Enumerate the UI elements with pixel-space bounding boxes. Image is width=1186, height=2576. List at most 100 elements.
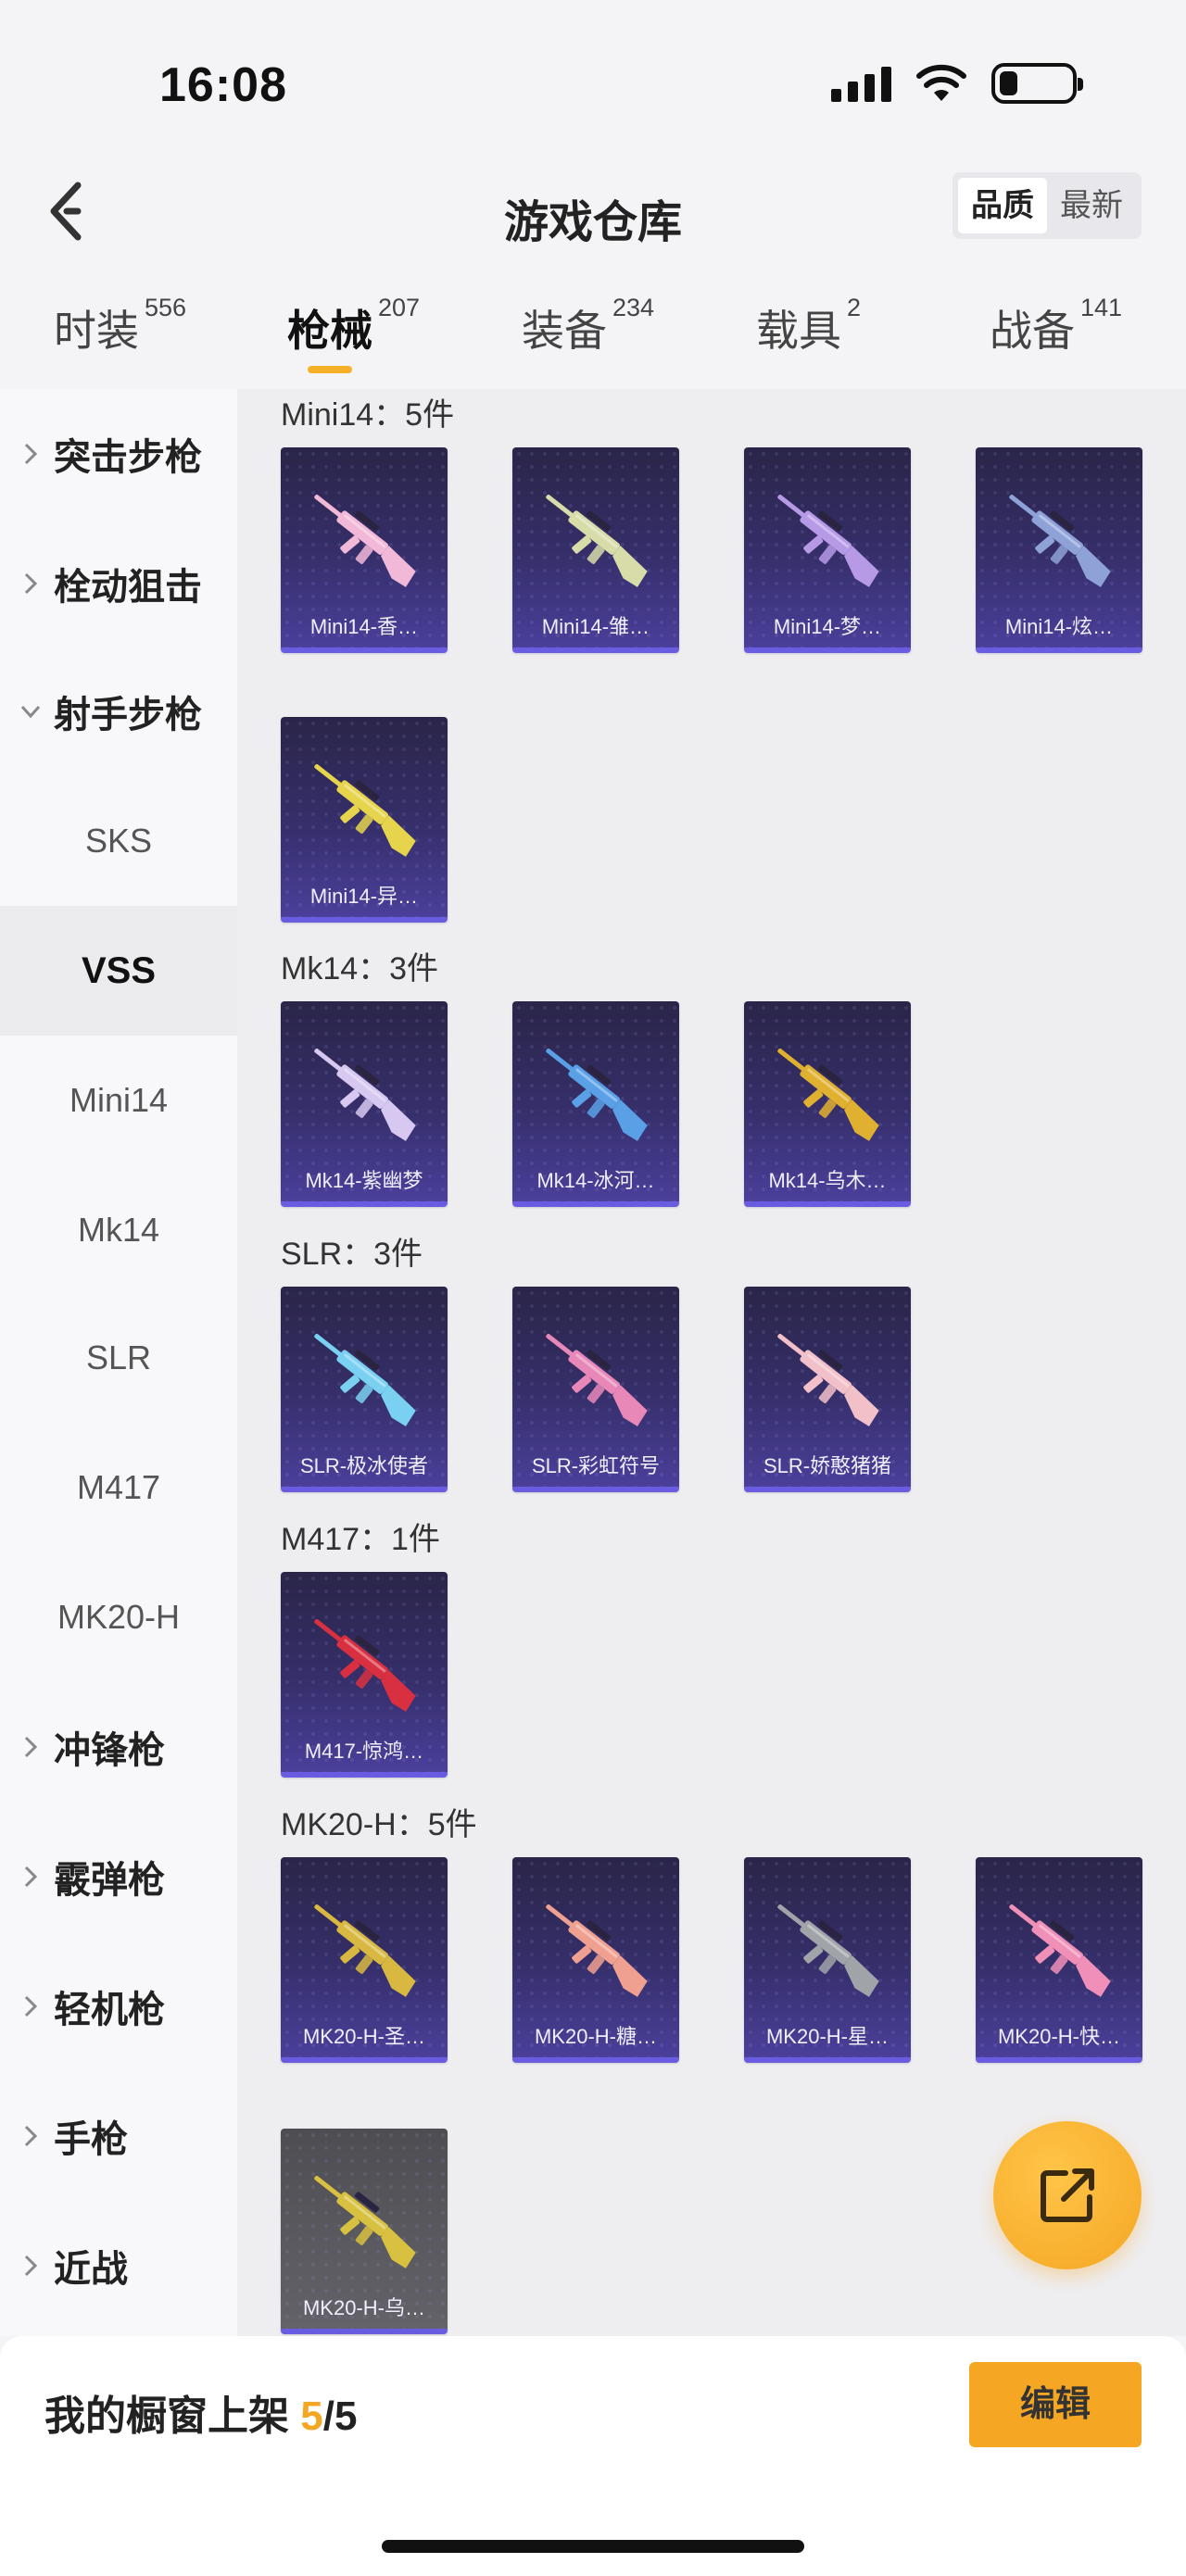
sidebar-item-label: 栓动狙击 xyxy=(54,567,202,608)
item-name: MK20-H-星… xyxy=(765,2025,889,2048)
rifle-icon xyxy=(314,1618,416,1712)
sidebar-item-lmg[interactable]: 轻机枪 xyxy=(0,1941,237,2071)
tab-count: 207 xyxy=(378,294,421,321)
tab-count: 141 xyxy=(1080,294,1123,321)
item-name: Mk14-冰河… xyxy=(536,1169,655,1192)
item-card[interactable]: MK20-H-糖… xyxy=(512,1857,679,2063)
item-card[interactable]: Mini14-雏… xyxy=(512,447,679,653)
chevron-right-icon xyxy=(24,1736,38,1758)
item-name: MK20-H-糖… xyxy=(534,2025,657,2048)
item-name: MK20-H-快… xyxy=(997,2025,1120,2048)
item-name: Mini14-香… xyxy=(309,615,419,638)
battery-level xyxy=(1000,71,1017,95)
tab-count: 2 xyxy=(847,294,862,321)
showcase-status: 我的橱窗上架 5/5 xyxy=(44,2394,358,2439)
rifle-icon xyxy=(777,1333,879,1426)
rifle-icon xyxy=(314,763,416,857)
section-title-mini14: Mini14：5件 xyxy=(281,397,455,433)
item-card[interactable]: Mk14-乌木… xyxy=(744,1001,911,1207)
sidebar-item-melee[interactable]: 近战 xyxy=(0,2201,237,2331)
rifle-icon xyxy=(777,494,879,587)
item-name: SLR-娇憨猪猪 xyxy=(763,1454,892,1477)
item-card[interactable]: Mini14-异… xyxy=(281,717,448,923)
item-card[interactable]: MK20-H-星… xyxy=(744,1857,911,2063)
sidebar-item-smg[interactable]: 冲锋枪 xyxy=(0,1682,237,1812)
sidebar-subitem-sks[interactable]: SKS xyxy=(0,776,237,906)
item-name: Mini14-梦… xyxy=(773,615,882,638)
edit-button[interactable]: 编辑 xyxy=(969,2362,1142,2447)
chevron-right-icon xyxy=(24,2255,38,2277)
sidebar: 突击步枪 栓动狙击 射手步枪 SKS VSS Mini14 Mk14 SLR M… xyxy=(0,389,237,2336)
status-bar: 16:08 xyxy=(0,0,1186,148)
sidebar-item-marksman-rifle[interactable]: 射手步枪 xyxy=(0,647,237,776)
chevron-right-icon xyxy=(24,2125,38,2147)
rifle-icon xyxy=(1009,494,1111,587)
sidebar-subitem-m417[interactable]: M417 xyxy=(0,1423,237,1552)
sidebar-subitem-mk20h[interactable]: MK20-H xyxy=(0,1552,237,1682)
sidebar-item-label: 手枪 xyxy=(54,2119,128,2160)
tab-count: 556 xyxy=(145,294,187,321)
sidebar-subitem-slr[interactable]: SLR xyxy=(0,1293,237,1423)
sidebar-subitem-mini14[interactable]: Mini14 xyxy=(0,1036,237,1165)
item-card[interactable]: MK20-H-乌… xyxy=(281,2129,448,2334)
sidebar-item-label: 轻机枪 xyxy=(54,1990,165,2030)
sidebar-item-bolt-sniper[interactable]: 栓动狙击 xyxy=(0,519,237,648)
battery-icon xyxy=(991,63,1083,104)
item-card[interactable]: SLR-彩虹符号 xyxy=(512,1287,679,1492)
item-card[interactable]: M417-惊鸿… xyxy=(281,1572,448,1778)
sidebar-item-label: 霰弹枪 xyxy=(54,1860,165,1901)
item-card[interactable]: SLR-娇憨猪猪 xyxy=(744,1287,911,1492)
showcase-count: 5 xyxy=(300,2394,323,2439)
sidebar-item-pistol[interactable]: 手枪 xyxy=(0,2071,237,2201)
item-card[interactable]: MK20-H-快… xyxy=(976,1857,1142,2063)
sidebar-item-assault-rifle[interactable]: 突击步枪 xyxy=(0,389,237,519)
item-name: Mini14-炫… xyxy=(1004,615,1114,638)
signal-icon xyxy=(831,65,891,102)
section-title-mk20h: MK20-H：5件 xyxy=(281,1807,477,1842)
sidebar-item-label: 冲锋枪 xyxy=(54,1730,165,1771)
item-card[interactable]: Mini14-梦… xyxy=(744,447,911,653)
item-card[interactable]: SLR-极冰使者 xyxy=(281,1287,448,1492)
rifle-icon xyxy=(546,1333,648,1426)
chevron-right-icon xyxy=(24,1995,38,2017)
status-icons xyxy=(831,63,1083,104)
section-title-m417: M417：1件 xyxy=(281,1522,440,1557)
share-button[interactable] xyxy=(993,2121,1142,2269)
sort-toggle: 品质 最新 xyxy=(953,172,1142,239)
sort-quality-button[interactable]: 品质 xyxy=(958,178,1047,233)
item-name: SLR-彩虹符号 xyxy=(531,1454,661,1477)
tab-guns[interactable]: 枪械 207 xyxy=(287,294,421,358)
home-indicator[interactable] xyxy=(382,2540,804,2553)
rifle-icon xyxy=(546,1904,648,1997)
item-card[interactable]: Mini14-炫… xyxy=(976,447,1142,653)
tab-count: 234 xyxy=(612,294,655,321)
item-name: Mk14-乌木… xyxy=(768,1169,887,1192)
rifle-icon xyxy=(1009,1904,1111,1997)
item-name: SLR-极冰使者 xyxy=(299,1454,429,1477)
item-name: MK20-H-乌… xyxy=(302,2296,425,2319)
header: 游戏仓库 品质 最新 xyxy=(0,148,1186,273)
item-card[interactable]: Mk14-冰河… xyxy=(512,1001,679,1207)
sidebar-subitem-vss[interactable]: VSS xyxy=(0,906,237,1036)
rifle-icon xyxy=(546,1048,648,1141)
chevron-right-icon xyxy=(24,1866,38,1888)
sidebar-subitem-mk14[interactable]: Mk14 xyxy=(0,1165,237,1295)
tab-supplies[interactable]: 战备 141 xyxy=(990,294,1123,358)
item-name: M417-惊鸿… xyxy=(304,1740,424,1763)
tab-equipment[interactable]: 装备 234 xyxy=(522,294,655,358)
status-time: 16:08 xyxy=(159,58,287,112)
sort-newest-button[interactable]: 最新 xyxy=(1047,178,1136,233)
tab-fashion[interactable]: 时装 556 xyxy=(54,294,187,358)
sidebar-item-shotgun[interactable]: 霰弹枪 xyxy=(0,1812,237,1941)
rifle-icon xyxy=(546,494,648,587)
chevron-down-icon xyxy=(20,705,41,719)
tab-vehicles[interactable]: 载具 2 xyxy=(756,294,862,358)
item-card[interactable]: Mini14-香… xyxy=(281,447,448,653)
rifle-icon xyxy=(777,1048,879,1141)
item-grid[interactable]: Mini14：5件 Mini14-香… Mini14-雏… Mini14-梦… … xyxy=(237,389,1186,2336)
item-name: Mini14-异… xyxy=(309,885,419,908)
item-card[interactable]: MK20-H-圣… xyxy=(281,1857,448,2063)
section-title-mk14: Mk14：3件 xyxy=(281,951,439,986)
rifle-icon xyxy=(314,494,416,587)
item-card[interactable]: Mk14-紫幽梦 xyxy=(281,1001,448,1207)
